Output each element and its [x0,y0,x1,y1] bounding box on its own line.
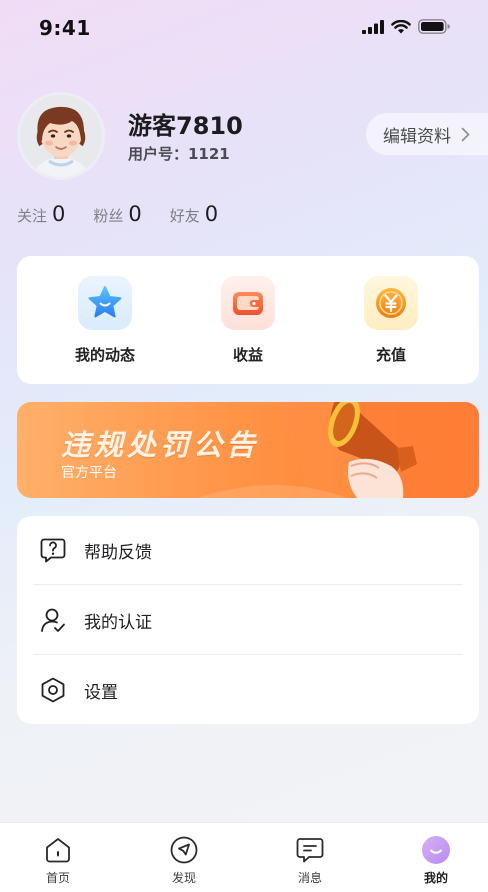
tab-discover[interactable]: 发现 [144,835,224,886]
follow-stats: 关注 0 粉丝 0 好友 0 [17,202,246,226]
username: 游客7810 [128,112,243,140]
menu-list: 帮助反馈 我的认证 设置 [17,516,479,724]
edit-profile-button[interactable]: 编辑资料 [366,113,488,155]
stat-value: 0 [128,202,142,226]
menu-item-label: 我的认证 [84,612,152,633]
stat-label: 好友 [169,207,200,225]
profile-smile-icon [421,835,451,865]
avatar-illustration [20,95,102,177]
tab-home[interactable]: 首页 [18,835,98,886]
stat-following[interactable]: 关注 0 [17,202,65,226]
stat-value: 0 [204,202,219,226]
divider [33,584,463,585]
menu-item-my-verification[interactable]: 我的认证 [17,586,479,654]
yen-coin-icon [364,276,418,330]
cellular-signal-icon [362,19,384,34]
menu-item-label: 设置 [84,682,118,703]
divider [33,654,463,655]
help-chat-icon [38,535,68,565]
tab-label: 我的 [423,871,448,885]
tab-label: 首页 [45,871,70,885]
chevron-right-icon [461,127,470,141]
edit-profile-label: 编辑资料 [383,126,451,147]
message-icon [295,835,325,865]
quick-action-my-posts[interactable]: 我的动态 [45,276,165,365]
avatar[interactable] [17,92,105,180]
banner-subtitle: 官方平台 [61,465,117,481]
battery-icon [418,19,450,34]
bottom-tab-bar: 首页 发现 消息 我的 [0,822,488,892]
stat-label: 关注 [17,207,48,225]
stat-friends[interactable]: 好友 0 [170,202,218,226]
settings-hexagon-icon [38,675,68,705]
banner-title: 违规处罚公告 [61,428,260,462]
tab-label: 发现 [171,871,196,885]
stat-label: 粉丝 [93,207,124,225]
compass-icon [169,835,199,865]
user-id: 用户号：1121 [128,145,230,163]
tab-mine[interactable]: 我的 [396,835,476,886]
quick-action-label: 收益 [232,346,263,364]
star-icon [78,276,132,330]
home-icon [43,835,73,865]
quick-action-label: 充值 [375,346,406,364]
stat-fans[interactable]: 粉丝 0 [93,202,141,226]
status-icons [362,19,450,34]
quick-action-recharge[interactable]: 充值 [331,276,451,365]
wallet-icon [221,276,275,330]
menu-item-help-feedback[interactable]: 帮助反馈 [17,516,479,584]
megaphone-icon [328,402,417,498]
menu-item-label: 帮助反馈 [84,542,152,563]
tab-label: 消息 [297,871,322,885]
quick-action-earnings[interactable]: 收益 [188,276,308,365]
user-verified-icon [38,605,68,635]
wifi-icon [391,19,411,33]
quick-action-label: 我的动态 [74,346,135,364]
status-bar: 9:41 [0,0,488,56]
announcement-banner[interactable]: 违规处罚公告 官方平台 [17,402,479,498]
stat-value: 0 [52,202,66,226]
quick-actions-card: 我的动态 收益 充值 [17,256,479,384]
menu-item-settings[interactable]: 设置 [17,656,479,724]
status-time: 9:41 [39,16,91,40]
tab-messages[interactable]: 消息 [270,835,350,886]
